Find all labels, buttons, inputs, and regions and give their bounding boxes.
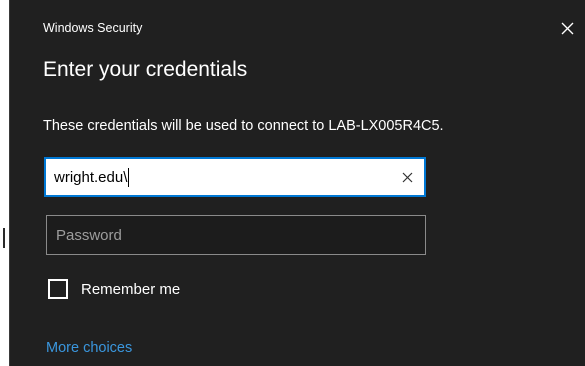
username-input[interactable]: wright.edu\: [44, 157, 426, 197]
text-caret: [128, 167, 130, 187]
dialog-description: These credentials will be used to connec…: [43, 118, 444, 134]
close-icon: [561, 22, 573, 34]
clear-text-button[interactable]: [398, 168, 416, 186]
clear-text-icon: [402, 172, 412, 182]
password-input[interactable]: Password: [46, 215, 426, 255]
remember-me-checkbox[interactable]: [48, 279, 68, 299]
remember-me-label: Remember me: [81, 280, 181, 298]
window-title: Windows Security: [43, 21, 143, 35]
background-window-edge: [0, 0, 8, 366]
more-choices-link[interactable]: More choices: [46, 340, 132, 356]
password-placeholder: Password: [56, 226, 122, 244]
username-value: wright.edu\: [54, 168, 128, 186]
background-window-mark: [3, 228, 5, 248]
credentials-dialog: Windows Security Enter your credentials …: [9, 0, 585, 366]
dialog-heading: Enter your credentials: [43, 58, 248, 81]
close-button[interactable]: [553, 14, 581, 42]
remember-me-option[interactable]: Remember me: [48, 279, 180, 299]
